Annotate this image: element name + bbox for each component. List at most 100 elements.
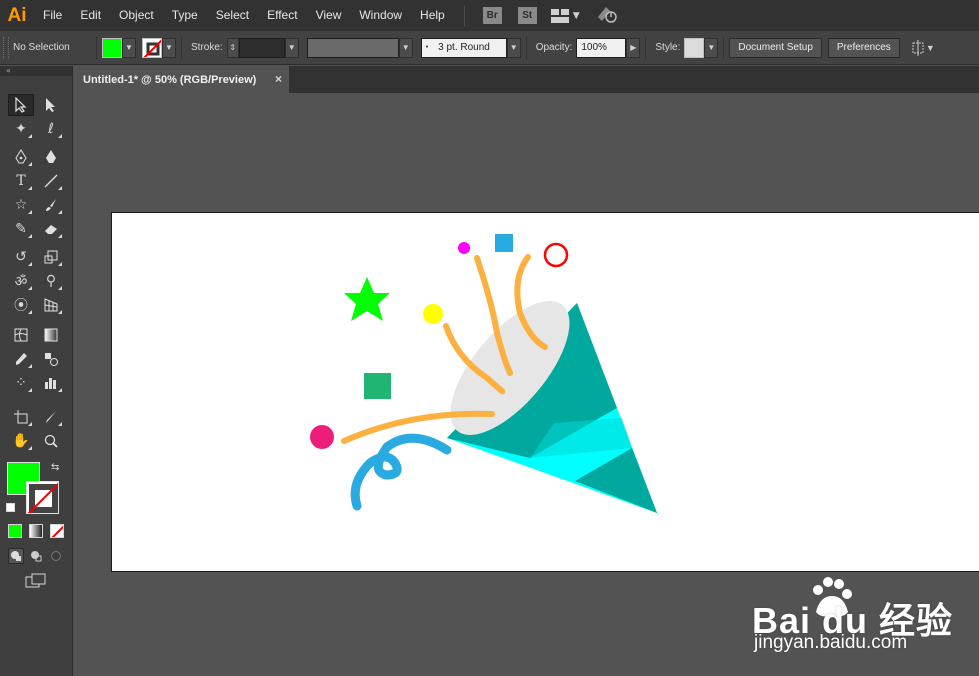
paintbrush-icon xyxy=(46,199,56,211)
direct-selection-tool[interactable] xyxy=(38,94,64,116)
stroke-weight-stepper[interactable]: ⇕ xyxy=(226,37,239,58)
menu-select[interactable]: Select xyxy=(207,0,258,31)
puppet-warp-tool[interactable]: ⚲ xyxy=(38,270,64,292)
swap-fill-stroke-icon[interactable]: ⇆ xyxy=(51,462,59,473)
hand-tool[interactable]: ✋ xyxy=(8,430,34,452)
document-tab[interactable]: Untitled-1* @ 50% (RGB/Preview) × xyxy=(74,66,289,93)
column-graph-tool[interactable] xyxy=(38,372,64,394)
document-tab-bar: Untitled-1* @ 50% (RGB/Preview) × xyxy=(74,66,979,93)
document-setup-button[interactable]: Document Setup xyxy=(729,37,822,58)
confetti-square-blue xyxy=(495,234,513,252)
gradient-tool[interactable] xyxy=(38,324,64,346)
none-slash-icon xyxy=(51,525,63,537)
opacity-input[interactable]: 100% xyxy=(576,37,627,58)
menu-view[interactable]: View xyxy=(307,0,351,31)
chevron-down-icon: ▼ xyxy=(925,42,935,53)
arrange-documents-button[interactable]: ▼ xyxy=(910,39,935,56)
magic-wand-tool[interactable]: ✦ xyxy=(8,118,34,140)
panel-grip[interactable] xyxy=(3,36,9,59)
slice-tool[interactable] xyxy=(38,406,64,428)
selection-tool[interactable] xyxy=(8,94,34,116)
stroke-weight-input[interactable] xyxy=(238,37,285,58)
opacity-dropdown[interactable]: ▶ xyxy=(626,37,641,58)
menu-file[interactable]: File xyxy=(34,0,71,31)
workspace-icon xyxy=(550,8,569,23)
draw-behind-button[interactable] xyxy=(28,548,44,564)
default-fill-stroke-icon[interactable] xyxy=(6,503,15,512)
color-mode-button[interactable] xyxy=(8,524,22,538)
star-outline-icon: ☆ xyxy=(14,197,28,213)
shaper-tool[interactable]: ✎ xyxy=(8,218,34,240)
arrange-icon xyxy=(912,39,924,56)
mesh-tool[interactable] xyxy=(8,324,34,346)
preferences-button[interactable]: Preferences xyxy=(827,37,900,58)
zoom-tool[interactable] xyxy=(38,430,64,452)
brush-dot-icon: • xyxy=(425,44,429,51)
stroke-label: Stroke: xyxy=(191,42,223,53)
lasso-tool[interactable]: ℓ xyxy=(38,118,64,140)
app-logo: Ai xyxy=(7,4,27,26)
rotate-tool[interactable]: ↺ xyxy=(8,246,34,268)
draw-behind-icon xyxy=(31,551,42,562)
no-stroke-icon xyxy=(27,482,58,513)
gpu-performance-icon[interactable] xyxy=(596,5,618,26)
draw-normal-button[interactable] xyxy=(8,548,24,564)
graphic-style-swatch[interactable] xyxy=(684,37,705,58)
fill-color-swatch[interactable] xyxy=(102,37,122,58)
scale-tool[interactable] xyxy=(38,246,64,268)
stroke-color-box[interactable] xyxy=(26,481,59,514)
slice-knife-icon xyxy=(46,411,56,423)
line-segment-tool[interactable] xyxy=(38,170,64,192)
stroke-weight-dropdown[interactable]: ▼ xyxy=(284,37,299,58)
type-tool[interactable]: T xyxy=(8,170,34,192)
stroke-color-swatch[interactable] xyxy=(142,37,162,58)
symbol-sprayer-tool[interactable]: ⁘ xyxy=(8,372,34,394)
menu-object[interactable]: Object xyxy=(110,0,163,31)
fill-dropdown[interactable]: ▼ xyxy=(122,37,136,58)
perspective-grid-tool[interactable] xyxy=(38,294,64,316)
pen-tool[interactable] xyxy=(8,146,34,168)
width-tool[interactable]: ॐ xyxy=(8,270,34,292)
artboard[interactable] xyxy=(111,212,979,572)
star-tool[interactable]: ☆ xyxy=(8,194,34,216)
menu-edit[interactable]: Edit xyxy=(71,0,110,31)
curvature-tool[interactable] xyxy=(38,146,64,168)
none-mode-button[interactable] xyxy=(50,524,64,538)
variable-width-profile[interactable] xyxy=(306,37,399,58)
menu-effect[interactable]: Effect xyxy=(258,0,306,31)
paintbrush-tool[interactable] xyxy=(38,194,64,216)
draw-inside-button[interactable] xyxy=(48,548,64,564)
bridge-button[interactable]: Br xyxy=(482,7,502,24)
width-icon: ॐ xyxy=(14,273,28,290)
style-dropdown[interactable]: ▼ xyxy=(704,37,719,58)
stroke-dropdown[interactable]: ▼ xyxy=(162,37,176,58)
artboard-tool[interactable] xyxy=(8,406,34,428)
eraser-tool[interactable] xyxy=(38,218,64,240)
confetti-star xyxy=(344,277,390,321)
divider xyxy=(525,36,527,59)
shaper-icon: ✎ xyxy=(15,221,27,237)
eraser-icon xyxy=(45,225,57,234)
stock-button[interactable]: St xyxy=(517,7,537,24)
workspace-switcher[interactable]: ▼ xyxy=(550,8,580,23)
gradient-mode-button[interactable] xyxy=(29,524,43,538)
menu-type[interactable]: Type xyxy=(163,0,207,31)
eyedropper-tool[interactable] xyxy=(8,348,34,370)
no-stroke-icon xyxy=(143,39,161,57)
tools-panel-collapse[interactable]: « xyxy=(0,66,72,76)
menu-separator xyxy=(463,5,465,26)
brush-dropdown[interactable]: ▼ xyxy=(506,37,521,58)
menu-window[interactable]: Window xyxy=(350,0,411,31)
shape-builder-tool[interactable]: ⦿ xyxy=(8,294,34,316)
bar-graph-icon xyxy=(45,378,56,389)
opacity-label: Opacity: xyxy=(535,42,573,53)
line-icon xyxy=(44,174,58,188)
eyedropper-icon xyxy=(16,353,27,365)
type-icon: T xyxy=(16,173,26,189)
change-screen-mode-button[interactable] xyxy=(24,572,48,590)
blend-tool[interactable] xyxy=(38,348,64,370)
profile-dropdown[interactable]: ▼ xyxy=(398,37,413,58)
brush-definition[interactable]: • 3 pt. Round xyxy=(420,37,507,58)
close-icon[interactable]: × xyxy=(275,72,282,86)
menu-help[interactable]: Help xyxy=(411,0,454,31)
